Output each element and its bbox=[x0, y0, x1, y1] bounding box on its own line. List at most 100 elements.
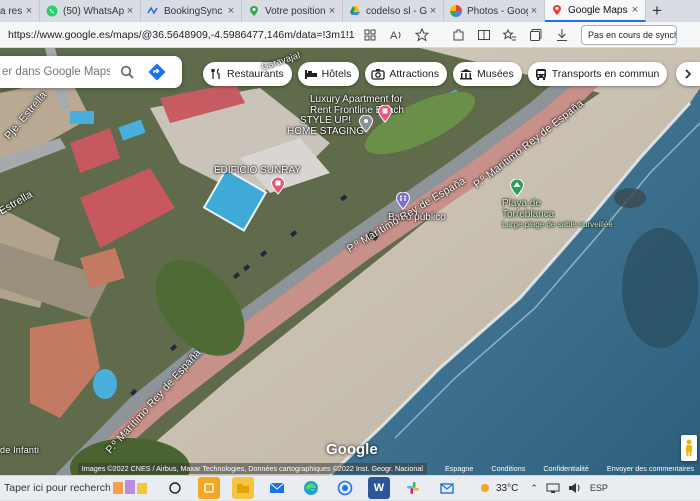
tab-title: codelso sl - Go bbox=[366, 5, 427, 17]
star-icon[interactable] bbox=[411, 24, 433, 46]
chip-label: Attractions bbox=[389, 68, 439, 80]
poi-label: STYLE UP! bbox=[299, 115, 352, 126]
tab-strip: a res × (50) WhatsApp × BookingSync × Vo… bbox=[0, 0, 700, 22]
bookingsync-icon bbox=[147, 5, 159, 17]
taskbar-search[interactable]: Taper ici pour rechercher bbox=[0, 476, 110, 501]
close-icon[interactable]: × bbox=[124, 5, 136, 17]
bus-icon bbox=[534, 67, 548, 81]
map-search-box bbox=[0, 56, 182, 88]
close-icon[interactable]: × bbox=[427, 5, 439, 17]
map-pin-icon bbox=[551, 4, 563, 16]
poi-edificio-sunray[interactable]: EDIFICIO SUNRAY bbox=[214, 165, 301, 176]
tab-whatsapp[interactable]: (50) WhatsApp × bbox=[40, 0, 141, 22]
tab-title: Votre position bbox=[265, 5, 326, 17]
task-view-icon[interactable] bbox=[164, 477, 186, 499]
weather-temp: 33°C bbox=[496, 482, 519, 494]
chevron-right-icon bbox=[685, 69, 692, 79]
poi-label: Luxury Apartment for bbox=[310, 94, 403, 105]
apps-icon[interactable] bbox=[359, 24, 381, 46]
street-view-pegman-icon[interactable] bbox=[681, 435, 697, 461]
fork-knife-icon bbox=[209, 67, 223, 81]
poi-style-up[interactable]: STYLE UP! HOME STAGING bbox=[287, 115, 364, 137]
poi-label: Torreblanca bbox=[502, 209, 555, 220]
file-explorer-icon[interactable] bbox=[232, 477, 254, 499]
edge-icon[interactable] bbox=[300, 477, 322, 499]
poi-label: HOME STAGING bbox=[287, 126, 365, 137]
link-terms[interactable]: Conditions bbox=[491, 464, 525, 473]
system-tray: ⌃ ESP bbox=[530, 482, 608, 494]
search-input[interactable] bbox=[2, 66, 110, 78]
map-pin-icon bbox=[248, 5, 260, 17]
app-icon[interactable] bbox=[198, 477, 220, 499]
mail-app-icon[interactable] bbox=[436, 477, 458, 499]
close-icon[interactable]: × bbox=[225, 5, 237, 17]
attribution-text: Images ©2022 CNES / Airbus, Maxar Techno… bbox=[77, 463, 427, 474]
link-privacy[interactable]: Confidentialité bbox=[543, 464, 589, 473]
link-country[interactable]: Espagne bbox=[445, 464, 473, 473]
svg-text:A: A bbox=[390, 30, 398, 42]
collections-icon[interactable] bbox=[525, 24, 547, 46]
chevron-up-icon[interactable]: ⌃ bbox=[530, 483, 538, 494]
directions-icon[interactable] bbox=[146, 61, 168, 83]
map-viewport[interactable]: Restaurants Hôtels Attractions Musées Tr… bbox=[0, 48, 700, 475]
chip-hotels[interactable]: Hôtels bbox=[297, 62, 360, 86]
chip-attractions[interactable]: Attractions bbox=[365, 62, 447, 86]
map-attribution-bar: Images ©2022 CNES / Airbus, Maxar Techno… bbox=[0, 462, 700, 475]
close-icon[interactable]: × bbox=[528, 5, 540, 17]
word-icon[interactable]: W bbox=[368, 477, 390, 499]
road-label: de Infanti bbox=[0, 445, 40, 455]
new-tab-button[interactable]: + bbox=[646, 0, 668, 22]
tab-google-maps[interactable]: Google Maps × bbox=[545, 0, 646, 22]
bed-icon bbox=[304, 67, 318, 81]
search-icon[interactable] bbox=[116, 61, 138, 83]
tab-0[interactable]: a res × bbox=[0, 0, 40, 22]
address-bar: https://www.google.es/maps/@36.5648909,-… bbox=[0, 22, 700, 48]
chat-icon[interactable] bbox=[334, 477, 356, 499]
tab-photos[interactable]: Photos - Goog × bbox=[444, 0, 545, 22]
drive-icon bbox=[349, 5, 361, 17]
chip-museums[interactable]: Musées bbox=[453, 62, 522, 86]
read-aloud-icon[interactable]: A bbox=[385, 24, 407, 46]
poi-playa-torreblanca[interactable]: Playa de Torreblanca Large plage de sabl… bbox=[502, 198, 613, 229]
photos-icon bbox=[450, 5, 462, 17]
camera-icon bbox=[371, 67, 386, 81]
close-icon[interactable]: × bbox=[326, 5, 338, 17]
whatsapp-icon bbox=[46, 5, 58, 17]
search-highlight-icon[interactable] bbox=[110, 477, 152, 499]
beach-pin-icon[interactable] bbox=[510, 179, 524, 197]
chip-label: Hôtels bbox=[321, 68, 352, 80]
volume-icon[interactable] bbox=[568, 482, 582, 494]
map-pin-icon[interactable] bbox=[359, 115, 373, 133]
chip-label: Musées bbox=[477, 68, 514, 80]
extensions-icon[interactable] bbox=[447, 24, 469, 46]
map-pin-icon[interactable] bbox=[271, 177, 285, 195]
chip-transit[interactable]: Transports en commun bbox=[527, 62, 668, 86]
windows-taskbar: Taper ici pour rechercher W 33°C ⌃ ESP bbox=[0, 475, 700, 500]
slack-icon[interactable] bbox=[402, 477, 424, 499]
sun-icon bbox=[481, 484, 489, 492]
sync-status-button[interactable]: Pas en cours de synchro bbox=[581, 24, 677, 45]
close-icon[interactable]: × bbox=[23, 5, 35, 17]
chip-label: Transports en commun bbox=[551, 68, 660, 80]
tab-title: a res bbox=[0, 5, 23, 17]
close-icon[interactable]: × bbox=[629, 4, 641, 16]
download-icon[interactable] bbox=[551, 24, 573, 46]
tab-bookingsync[interactable]: BookingSync × bbox=[141, 0, 242, 22]
tab-title: Photos - Goog bbox=[467, 5, 528, 17]
chip-label: Restaurants bbox=[227, 68, 284, 80]
split-screen-icon[interactable] bbox=[473, 24, 495, 46]
tab-votre-position[interactable]: Votre position × bbox=[242, 0, 343, 22]
mail-icon[interactable] bbox=[266, 477, 288, 499]
weather-widget[interactable]: 33°C bbox=[478, 481, 518, 495]
network-icon[interactable] bbox=[546, 482, 560, 494]
link-feedback[interactable]: Envoyer des commentaires bbox=[607, 464, 694, 473]
tab-title: BookingSync bbox=[164, 5, 223, 17]
tab-drive[interactable]: codelso sl - Go × bbox=[343, 0, 444, 22]
chips-scroll-right-button[interactable] bbox=[676, 62, 700, 86]
keyboard-language[interactable]: ESP bbox=[590, 483, 608, 493]
url-field[interactable]: https://www.google.es/maps/@36.5648909,-… bbox=[0, 29, 355, 41]
favorites-icon[interactable] bbox=[499, 24, 521, 46]
poi-sublabel: Large plage de sable surveillée bbox=[502, 220, 613, 229]
google-logo: Google bbox=[326, 441, 378, 458]
map-pin-icon[interactable] bbox=[378, 105, 392, 123]
